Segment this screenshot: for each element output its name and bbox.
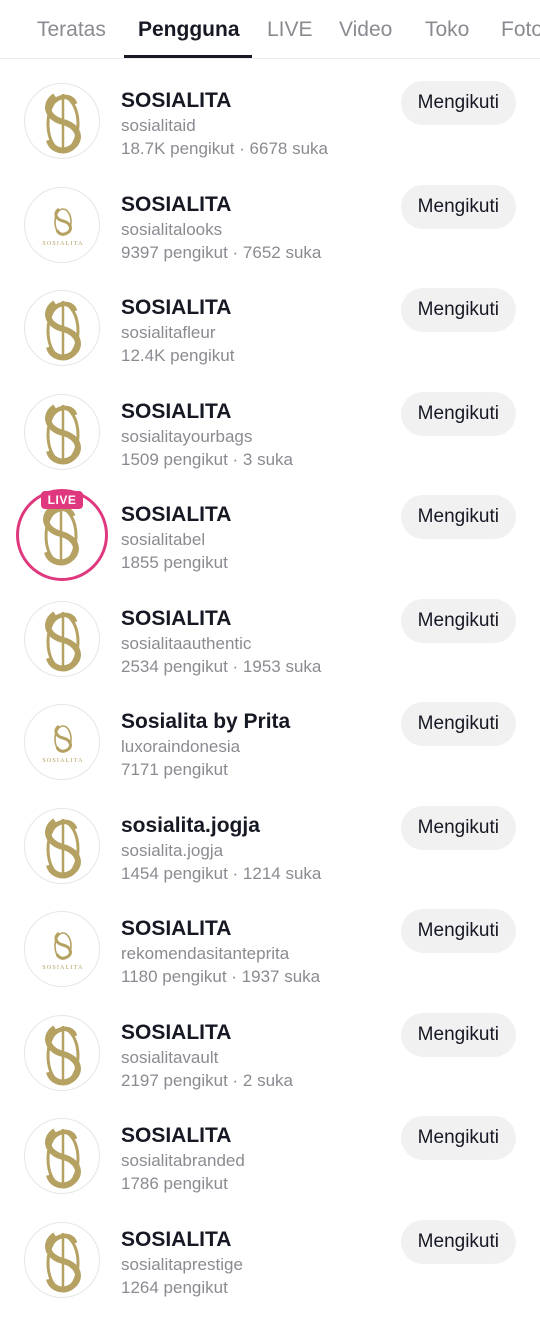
sosialita-logo-icon: SOSIALITA: [42, 931, 83, 971]
sosialita-logo-icon: [45, 93, 81, 154]
user-display-name[interactable]: Sosialita by Prita: [121, 710, 290, 734]
tab-live[interactable]: LIVE: [267, 17, 313, 43]
avatar[interactable]: [24, 1118, 100, 1194]
user-stats: 2534 pengikut · 1953 suka: [121, 656, 322, 676]
user-stats: 12.4K pengikut: [121, 346, 235, 365]
user-handle: sosialita.jogja: [121, 840, 224, 860]
user-row[interactable]: SOSIALITA sosialitafleur 12.4K pengikut …: [0, 288, 540, 394]
user-display-name[interactable]: SOSIALITA: [121, 400, 231, 424]
following-button[interactable]: Mengikuti: [400, 391, 516, 436]
following-button[interactable]: Mengikuti: [400, 184, 516, 229]
tab-shop[interactable]: Toko: [425, 17, 469, 43]
logo-caption: SOSIALITA: [42, 965, 83, 971]
avatar[interactable]: [24, 807, 100, 884]
user-stats: 2197 pengikut · 2 suka: [121, 1070, 294, 1090]
tab-users[interactable]: Pengguna: [138, 17, 240, 43]
user-display-name[interactable]: SOSIALITA: [121, 503, 231, 527]
user-row[interactable]: SOSIALITA sosialitabranded 1786 pengikut…: [0, 1116, 540, 1222]
tab-video[interactable]: Video: [339, 17, 392, 43]
avatar[interactable]: SOSIALITA: [24, 186, 100, 263]
logo-caption: SOSIALITA: [42, 758, 83, 764]
user-row[interactable]: sosialita.jogja sosialita.jogja 1454 pen…: [0, 805, 540, 912]
user-display-name[interactable]: sosialita.jogja: [121, 814, 260, 838]
user-stats: 1180 pengikut · 1937 suka: [121, 967, 321, 986]
user-display-name[interactable]: SOSIALITA: [121, 296, 231, 320]
user-display-name[interactable]: SOSIALITA: [121, 917, 231, 941]
search-tabs: Teratas Pengguna LIVE Video Toko Foto: [0, 0, 540, 59]
user-handle: sosialitaprestige: [121, 1254, 243, 1274]
sosialita-logo-icon: [45, 1128, 81, 1189]
sosialita-logo-icon: [45, 404, 81, 464]
sosialita-logo-icon: [45, 1232, 81, 1292]
user-display-name[interactable]: SOSIALITA: [121, 1228, 231, 1252]
user-display-name[interactable]: SOSIALITA: [121, 607, 231, 631]
user-row[interactable]: SOSIALITA SOSIALITA sosialitalooks 9397 …: [0, 184, 540, 291]
avatar[interactable]: [24, 1014, 100, 1091]
following-button[interactable]: Mengikuti: [400, 1219, 516, 1264]
logo-caption: SOSIALITA: [42, 241, 83, 247]
user-row[interactable]: SOSIALITA sosialitayourbags 1509 pengiku…: [0, 391, 540, 498]
avatar[interactable]: SOSIALITA: [24, 704, 100, 780]
sosialita-logo-icon: [45, 611, 81, 671]
active-tab-indicator: [124, 55, 252, 58]
avatar[interactable]: [24, 83, 100, 159]
tab-photo[interactable]: Foto: [501, 17, 540, 43]
sosialita-logo-icon: SOSIALITA: [42, 207, 83, 247]
user-handle: sosialitalooks: [121, 219, 223, 239]
user-display-name[interactable]: SOSIALITA: [121, 89, 231, 113]
user-stats: 7171 pengikut: [121, 760, 228, 779]
user-stats: 1454 pengikut · 1214 suka: [121, 863, 322, 883]
following-button[interactable]: Mengikuti: [400, 81, 516, 125]
avatar[interactable]: [24, 600, 100, 677]
user-stats: 18.7K pengikut · 6678 suka: [121, 139, 328, 158]
user-stats: 9397 pengikut · 7652 suka: [121, 242, 322, 262]
user-stats: 1855 pengikut: [121, 553, 228, 572]
user-handle: luxoraindonesia: [121, 737, 241, 756]
user-row[interactable]: LIVE SOSIALITA sosialitabel 1855 pengikut…: [0, 489, 540, 601]
user-handle: sosialitabranded: [121, 1151, 245, 1170]
user-handle: sosialitaid: [121, 116, 196, 135]
user-handle: rekomendasitanteprita: [121, 944, 290, 963]
user-handle: sosialitayourbags: [121, 426, 253, 446]
avatar[interactable]: [24, 393, 100, 470]
avatar[interactable]: SOSIALITA: [24, 911, 100, 987]
avatar[interactable]: [24, 1221, 100, 1298]
user-display-name[interactable]: SOSIALITA: [121, 193, 231, 217]
live-badge: LIVE: [41, 491, 83, 509]
tab-top[interactable]: Teratas: [37, 17, 106, 43]
user-row[interactable]: SOSIALITA sosialitavault 2197 pengikut ·…: [0, 1012, 540, 1119]
sosialita-logo-icon: [45, 300, 81, 361]
user-handle: sosialitaauthentic: [121, 633, 252, 653]
sosialita-logo-icon: [45, 1025, 81, 1085]
user-handle: sosialitavault: [121, 1047, 219, 1067]
user-row[interactable]: SOSIALITA sosialitaprestige 1264 pengiku…: [0, 1219, 540, 1326]
user-handle: sosialitabel: [121, 530, 206, 549]
user-row[interactable]: SOSIALITA sosialitaid 18.7K pengikut · 6…: [0, 81, 540, 187]
avatar[interactable]: [24, 290, 100, 366]
following-button[interactable]: Mengikuti: [400, 598, 516, 643]
following-button[interactable]: Mengikuti: [400, 1012, 516, 1057]
user-row[interactable]: SOSIALITA SOSIALITA rekomendasitanteprit…: [0, 909, 540, 1015]
user-stats: 1786 pengikut: [121, 1174, 228, 1193]
following-button[interactable]: Mengikuti: [400, 288, 516, 332]
following-button[interactable]: Mengikuti: [400, 1116, 516, 1160]
following-button[interactable]: Mengikuti: [400, 909, 516, 953]
following-button[interactable]: Mengikuti: [400, 805, 516, 850]
sosialita-logo-icon: SOSIALITA: [42, 724, 83, 764]
user-display-name[interactable]: SOSIALITA: [121, 1021, 231, 1045]
user-stats: 1509 pengikut · 3 suka: [121, 449, 294, 469]
following-button[interactable]: Mengikuti: [400, 495, 516, 539]
user-display-name[interactable]: SOSIALITA: [121, 1124, 231, 1148]
user-row[interactable]: SOSIALITA Sosialita by Prita luxoraindon…: [0, 702, 540, 808]
sosialita-logo-icon: [45, 818, 81, 878]
user-row[interactable]: SOSIALITA sosialitaauthentic 2534 pengik…: [0, 598, 540, 705]
user-handle: sosialitafleur: [121, 323, 216, 342]
following-button[interactable]: Mengikuti: [400, 702, 516, 746]
user-stats: 1264 pengikut: [121, 1277, 228, 1297]
